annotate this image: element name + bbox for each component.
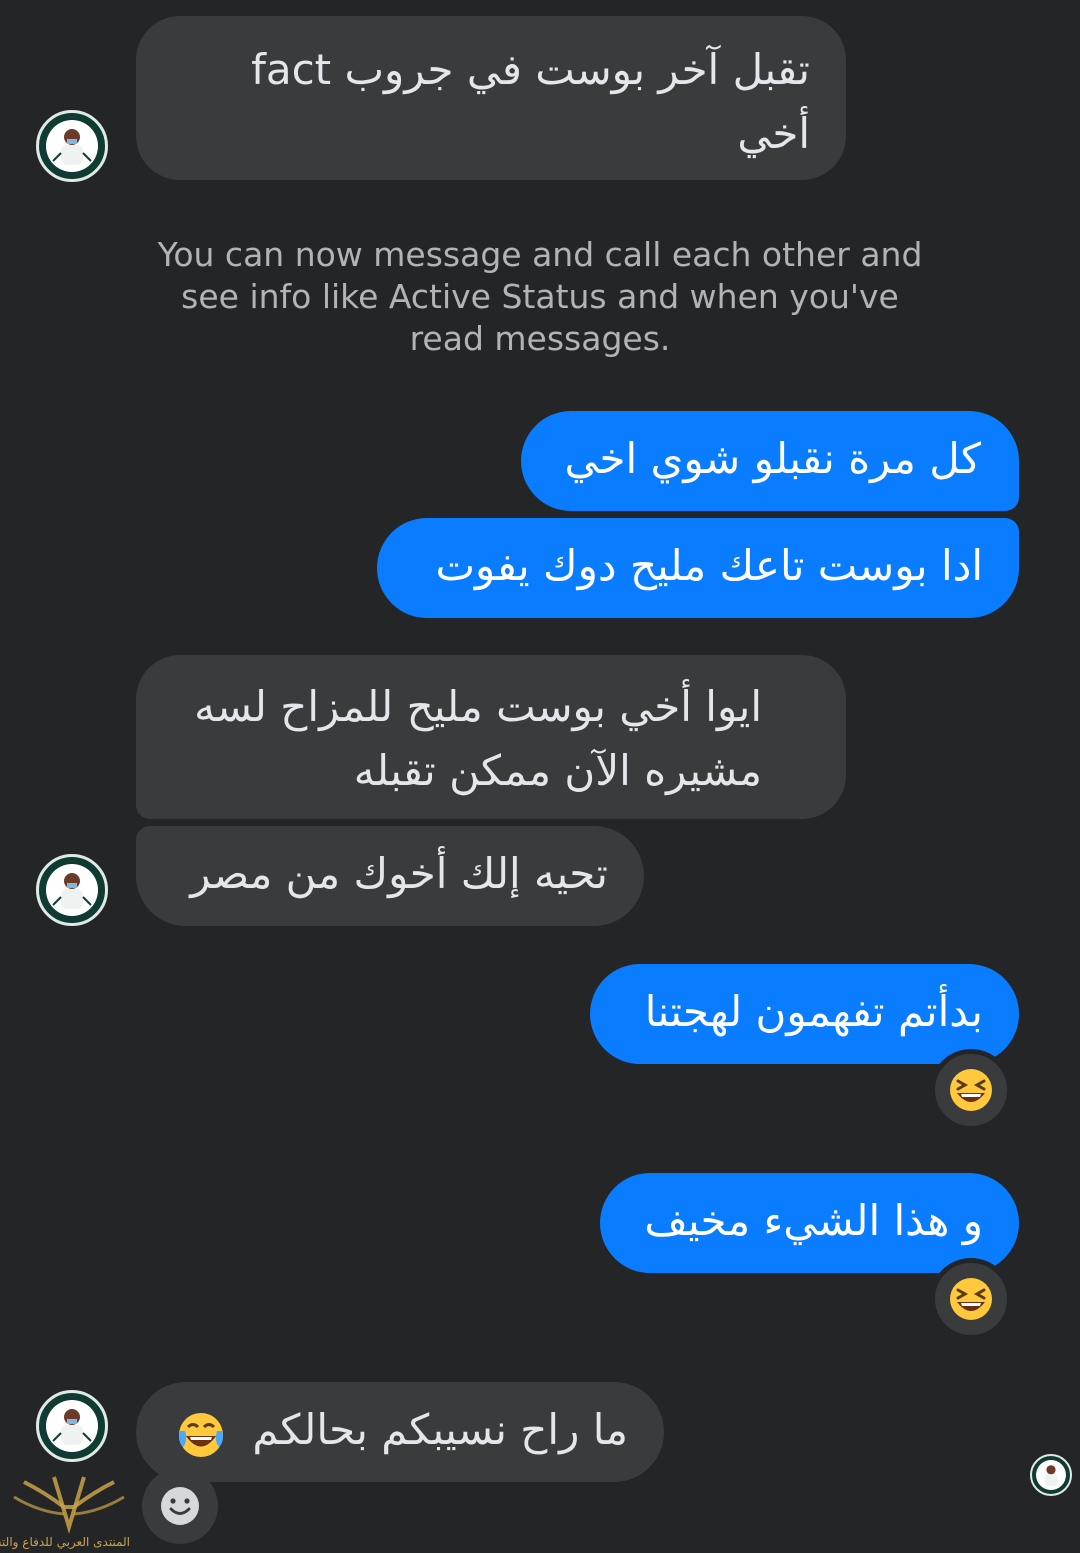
incoming-message[interactable]: ايوا أخي بوست مليح للمزاح لسه مشيره الآن…: [136, 655, 846, 819]
add-reaction-button[interactable]: [142, 1468, 218, 1544]
avatar-image: [46, 864, 98, 916]
laughing-face-icon: [950, 1069, 992, 1111]
message-reaction[interactable]: [930, 1049, 1012, 1131]
message-text: ادا بوست تاعك مليح دوك يفوت: [435, 541, 983, 590]
watermark-text: المنتدى العربي للدفاع والتسليح: [0, 1535, 130, 1549]
message-text: تحيه إلك أخوك من مصر: [190, 849, 608, 898]
message-text: كل مرة نقبلو شوي اخي: [564, 434, 982, 483]
incoming-message[interactable]: تحيه إلك أخوك من مصر: [136, 826, 644, 926]
incoming-message[interactable]: ما راح نسيبكم بحالكم: [136, 1382, 664, 1482]
read-receipt-avatar: [1030, 1454, 1072, 1496]
contact-avatar[interactable]: [36, 854, 108, 926]
message-text-line: تقبل آخر بوست في جروب fact: [251, 45, 810, 94]
message-text-line: أخي: [737, 109, 810, 158]
avatar-image: [1036, 1460, 1066, 1490]
outgoing-message[interactable]: كل مرة نقبلو شوي اخي: [521, 411, 1019, 511]
chat-thread: تقبل آخر بوست في جروب fact أخي You can n…: [0, 0, 1080, 1553]
message-reaction[interactable]: [930, 1258, 1012, 1340]
avatar-image: [46, 1400, 98, 1452]
outgoing-message[interactable]: و هذا الشيء مخيف: [600, 1173, 1019, 1273]
laughing-face-icon: [950, 1278, 992, 1320]
message-text-line: مشيره الآن ممكن تقبله: [353, 746, 762, 795]
tears-of-joy-icon: [175, 1401, 227, 1465]
message-text: بدأتم تفهمون لهجتنا: [644, 987, 983, 1036]
outgoing-message[interactable]: ادا بوست تاعك مليح دوك يفوت: [377, 518, 1019, 618]
incoming-message[interactable]: تقبل آخر بوست في جروب fact أخي: [136, 16, 846, 180]
avatar-image: [46, 120, 98, 172]
message-text: ما راح نسيبكم بحالكم: [252, 1405, 628, 1454]
outgoing-message[interactable]: بدأتم تفهمون لهجتنا: [590, 964, 1019, 1064]
contact-avatar[interactable]: [36, 110, 108, 182]
message-text: و هذا الشيء مخيف: [644, 1196, 983, 1245]
message-text-line: ايوا أخي بوست مليح للمزاح لسه: [194, 682, 762, 731]
system-notice: You can now message and call each other …: [157, 235, 923, 358]
smiley-icon: [161, 1487, 199, 1525]
